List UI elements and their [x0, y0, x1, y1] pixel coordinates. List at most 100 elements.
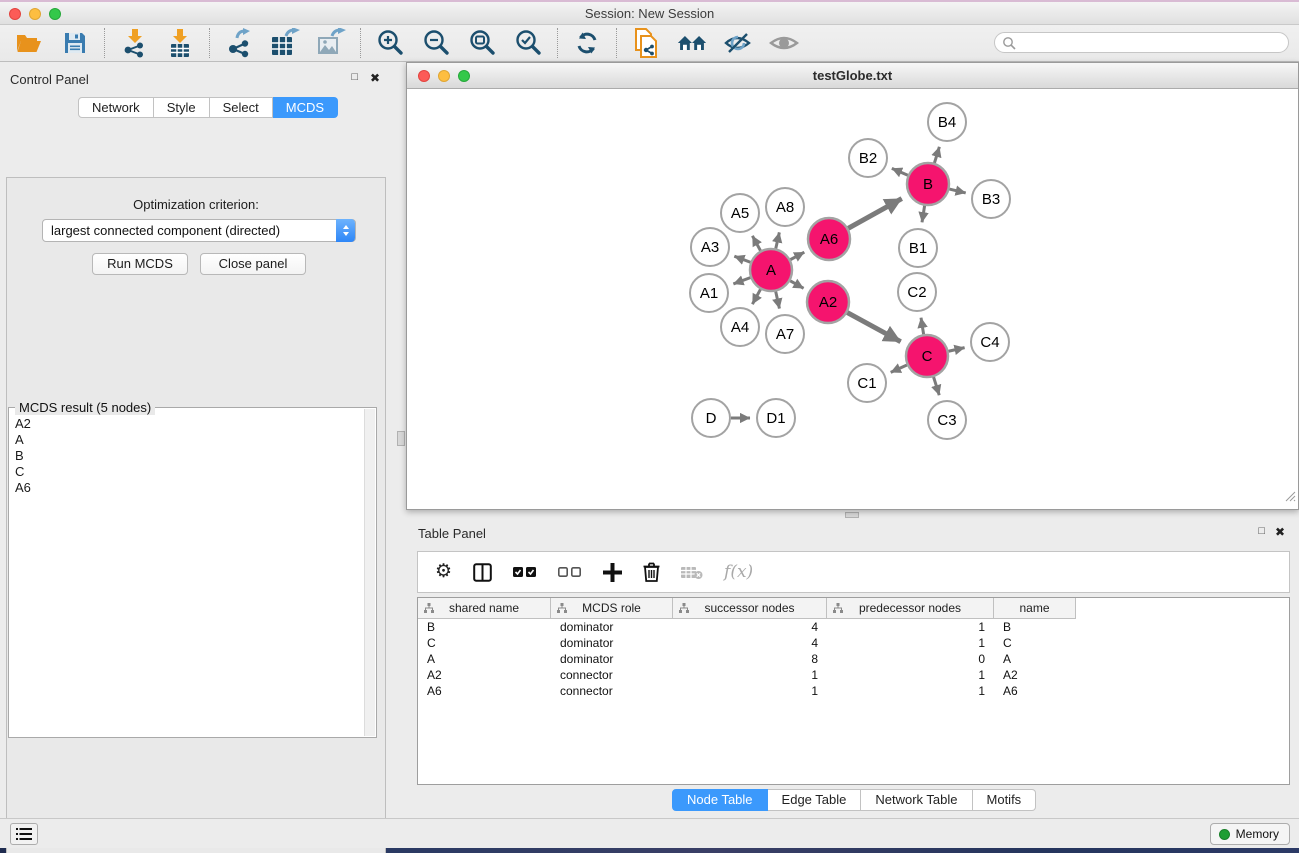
- graph-edge-A-A6[interactable]: [790, 252, 804, 259]
- zoom-out-icon[interactable]: [421, 28, 451, 58]
- graph-node-B3[interactable]: B3: [972, 180, 1010, 218]
- graph-edge-A-A3[interactable]: [734, 256, 750, 262]
- graph-edge-C-C1[interactable]: [891, 365, 907, 372]
- table-row[interactable]: A6connector11A6: [418, 683, 1289, 699]
- table-cell[interactable]: connector: [551, 683, 673, 699]
- graph-node-A[interactable]: A: [750, 249, 792, 291]
- graph-edge-B-B3[interactable]: [949, 189, 965, 193]
- graph-node-A6[interactable]: A6: [808, 218, 850, 260]
- tab-motifs[interactable]: Motifs: [973, 789, 1037, 811]
- column-header-MCDS-role[interactable]: MCDS role: [551, 598, 673, 619]
- import-network-icon[interactable]: [119, 28, 149, 58]
- table-cell[interactable]: 0: [827, 651, 994, 667]
- zoom-in-icon[interactable]: [375, 28, 405, 58]
- table-cell[interactable]: A6: [418, 683, 551, 699]
- graph-edge-C-C3[interactable]: [934, 377, 940, 395]
- graph-node-A8[interactable]: A8: [766, 188, 804, 226]
- mcds-result-item[interactable]: A2: [15, 416, 363, 432]
- export-network-icon[interactable]: [224, 28, 254, 58]
- graph-edge-A-A7[interactable]: [776, 291, 780, 308]
- graph-node-B1[interactable]: B1: [899, 229, 937, 267]
- tab-style[interactable]: Style: [154, 97, 210, 118]
- close-panel-button[interactable]: Close panel: [200, 253, 306, 275]
- graph-node-A5[interactable]: A5: [721, 194, 759, 232]
- eye-icon[interactable]: [769, 28, 799, 58]
- table-cell[interactable]: dominator: [551, 619, 673, 635]
- vertical-split-handle[interactable]: [397, 431, 405, 446]
- task-history-icon[interactable]: [10, 823, 38, 845]
- horizontal-split-handle[interactable]: [845, 512, 859, 518]
- save-session-icon[interactable]: [60, 28, 90, 58]
- column-header-successor-nodes[interactable]: successor nodes: [673, 598, 827, 619]
- mcds-result-item[interactable]: B: [15, 448, 363, 464]
- graph-edge-B-B1[interactable]: [922, 206, 925, 223]
- mcds-result-list[interactable]: A2ABCA6: [10, 411, 363, 736]
- column-header-name[interactable]: name: [994, 598, 1076, 619]
- graph-edge-A-A1[interactable]: [733, 278, 750, 284]
- graph-node-B4[interactable]: B4: [928, 103, 966, 141]
- graph-node-C1[interactable]: C1: [848, 364, 886, 402]
- delete-column-icon[interactable]: [643, 560, 660, 584]
- mcds-result-item[interactable]: A6: [15, 480, 363, 496]
- table-cell[interactable]: C: [994, 635, 1076, 651]
- graph-edge-A6-B[interactable]: [848, 199, 902, 229]
- close-panel-icon[interactable]: ✖: [370, 71, 380, 85]
- table-row[interactable]: A2connector11A2: [418, 667, 1289, 683]
- run-mcds-button[interactable]: Run MCDS: [92, 253, 188, 275]
- graph-edge-A-A5[interactable]: [752, 236, 760, 251]
- tab-edge-table[interactable]: Edge Table: [768, 789, 862, 811]
- graph-edge-B-B2[interactable]: [892, 168, 908, 175]
- select-all-columns-icon[interactable]: [513, 560, 537, 584]
- graph-node-A7[interactable]: A7: [766, 315, 804, 353]
- import-table-icon[interactable]: [165, 28, 195, 58]
- graph-edge-A-A2[interactable]: [790, 281, 803, 289]
- table-cell[interactable]: 1: [827, 619, 994, 635]
- table-row[interactable]: Bdominator41B: [418, 619, 1289, 635]
- export-table-icon[interactable]: [270, 28, 300, 58]
- table-cell[interactable]: A6: [994, 683, 1076, 699]
- column-header-shared-name[interactable]: shared name: [418, 598, 551, 619]
- column-header-predecessor-nodes[interactable]: predecessor nodes: [827, 598, 994, 619]
- table-cell[interactable]: 1: [827, 683, 994, 699]
- home-icon[interactable]: [677, 28, 707, 58]
- table-cell[interactable]: A: [994, 651, 1076, 667]
- tab-select[interactable]: Select: [210, 97, 273, 118]
- table-cell[interactable]: dominator: [551, 651, 673, 667]
- table-cell[interactable]: 4: [673, 619, 827, 635]
- open-file-icon[interactable]: [14, 28, 44, 58]
- table-cell[interactable]: 1: [673, 683, 827, 699]
- table-cell[interactable]: 4: [673, 635, 827, 651]
- table-cell[interactable]: 8: [673, 651, 827, 667]
- table-options-icon[interactable]: ⚙: [435, 560, 452, 584]
- tab-network[interactable]: Network: [78, 97, 154, 118]
- table-cell[interactable]: B: [994, 619, 1076, 635]
- tab-network-table[interactable]: Network Table: [861, 789, 972, 811]
- network-canvas[interactable]: AA1A2A3A4A5A6A7A8BB1B2B3B4CC1C2C3C4DD1: [407, 89, 1298, 509]
- graph-node-C3[interactable]: C3: [928, 401, 966, 439]
- table-cell[interactable]: A: [418, 651, 551, 667]
- show-columns-icon[interactable]: [473, 560, 492, 584]
- optimization-criterion-select[interactable]: largest connected component (directed): [42, 219, 356, 242]
- table-cell[interactable]: A2: [418, 667, 551, 683]
- table-cell[interactable]: 1: [827, 635, 994, 651]
- memory-button[interactable]: Memory: [1210, 823, 1290, 845]
- graph-node-D1[interactable]: D1: [757, 399, 795, 437]
- table-cell[interactable]: connector: [551, 667, 673, 683]
- table-cell[interactable]: A2: [994, 667, 1076, 683]
- graph-node-A1[interactable]: A1: [690, 274, 728, 312]
- zoom-selected-icon[interactable]: [513, 28, 543, 58]
- graph-edge-A-A4[interactable]: [752, 289, 760, 304]
- unselect-all-columns-icon[interactable]: [558, 560, 582, 584]
- table-cell[interactable]: 1: [827, 667, 994, 683]
- graph-node-B[interactable]: B: [907, 163, 949, 205]
- export-image-icon[interactable]: [316, 28, 346, 58]
- graph-node-B2[interactable]: B2: [849, 139, 887, 177]
- graph-node-D[interactable]: D: [692, 399, 730, 437]
- float-panel-icon[interactable]: □: [1258, 525, 1265, 537]
- show-graphics-details-icon[interactable]: [723, 28, 753, 58]
- graph-node-A3[interactable]: A3: [691, 228, 729, 266]
- graph-edge-C-C4[interactable]: [948, 348, 964, 352]
- graph-node-A2[interactable]: A2: [807, 281, 849, 323]
- graph-node-C4[interactable]: C4: [971, 323, 1009, 361]
- scrollbar-track[interactable]: [364, 409, 375, 736]
